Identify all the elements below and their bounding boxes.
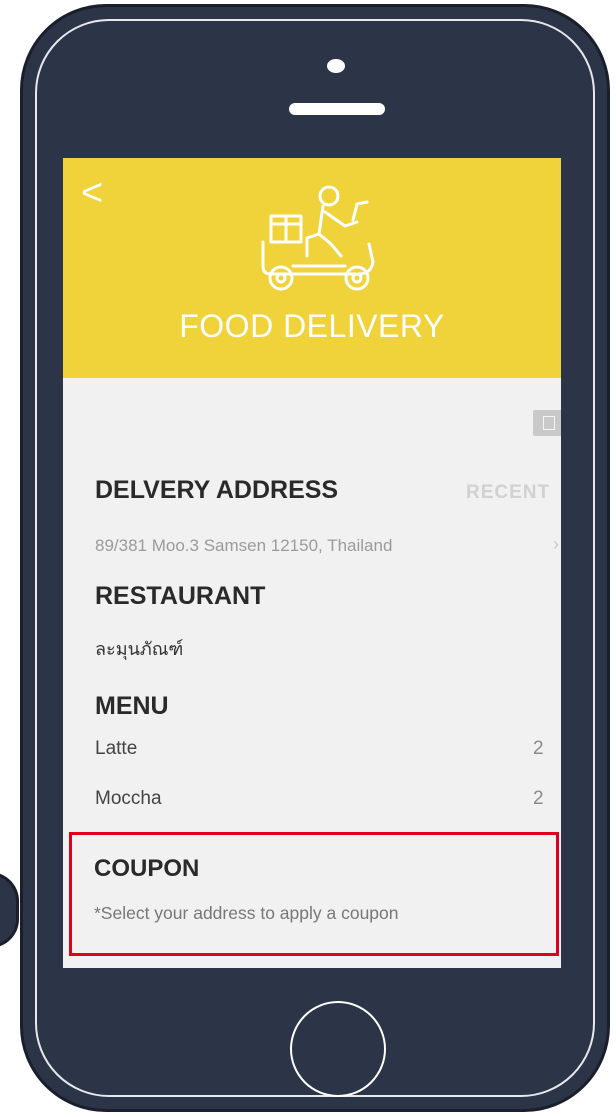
coupon-heading: COUPON	[94, 855, 200, 882]
app-header: < FOOD DELIVERY	[63, 158, 561, 378]
menu-heading: MENU	[95, 692, 169, 720]
side-knob	[0, 872, 19, 948]
speaker-slot	[289, 103, 385, 115]
calendar-icon[interactable]	[533, 410, 561, 436]
coupon-note: *Select your address to apply a coupon	[94, 903, 399, 923]
restaurant-name: ละมุนภัณฑ์	[95, 639, 184, 659]
menu-item-qty: 2	[533, 738, 544, 759]
app-title: FOOD DELIVERY	[179, 308, 445, 344]
address-chevron-icon: ›	[553, 534, 559, 554]
restaurant-heading: RESTAURANT	[95, 582, 266, 610]
app-screen: < FOOD DELIVERY DELVERY ADDRESS RECENT 8…	[63, 158, 561, 968]
home-button[interactable]	[290, 1001, 386, 1097]
delivery-scooter-icon	[261, 185, 375, 291]
recent-tab[interactable]: RECENT	[466, 482, 550, 504]
delivery-address-value[interactable]: 89/381 Moo.3 Samsen 12150, Thailand	[95, 536, 392, 556]
menu-item-qty: 2	[533, 788, 544, 809]
coupon-section[interactable]: COUPON *Select your address to apply a c…	[69, 832, 559, 956]
delivery-address-heading: DELVERY ADDRESS	[95, 476, 339, 504]
menu-item-name: Moccha	[95, 788, 162, 809]
back-button[interactable]: <	[81, 174, 103, 212]
menu-item-name: Latte	[95, 738, 138, 759]
camera-dot	[327, 59, 345, 73]
